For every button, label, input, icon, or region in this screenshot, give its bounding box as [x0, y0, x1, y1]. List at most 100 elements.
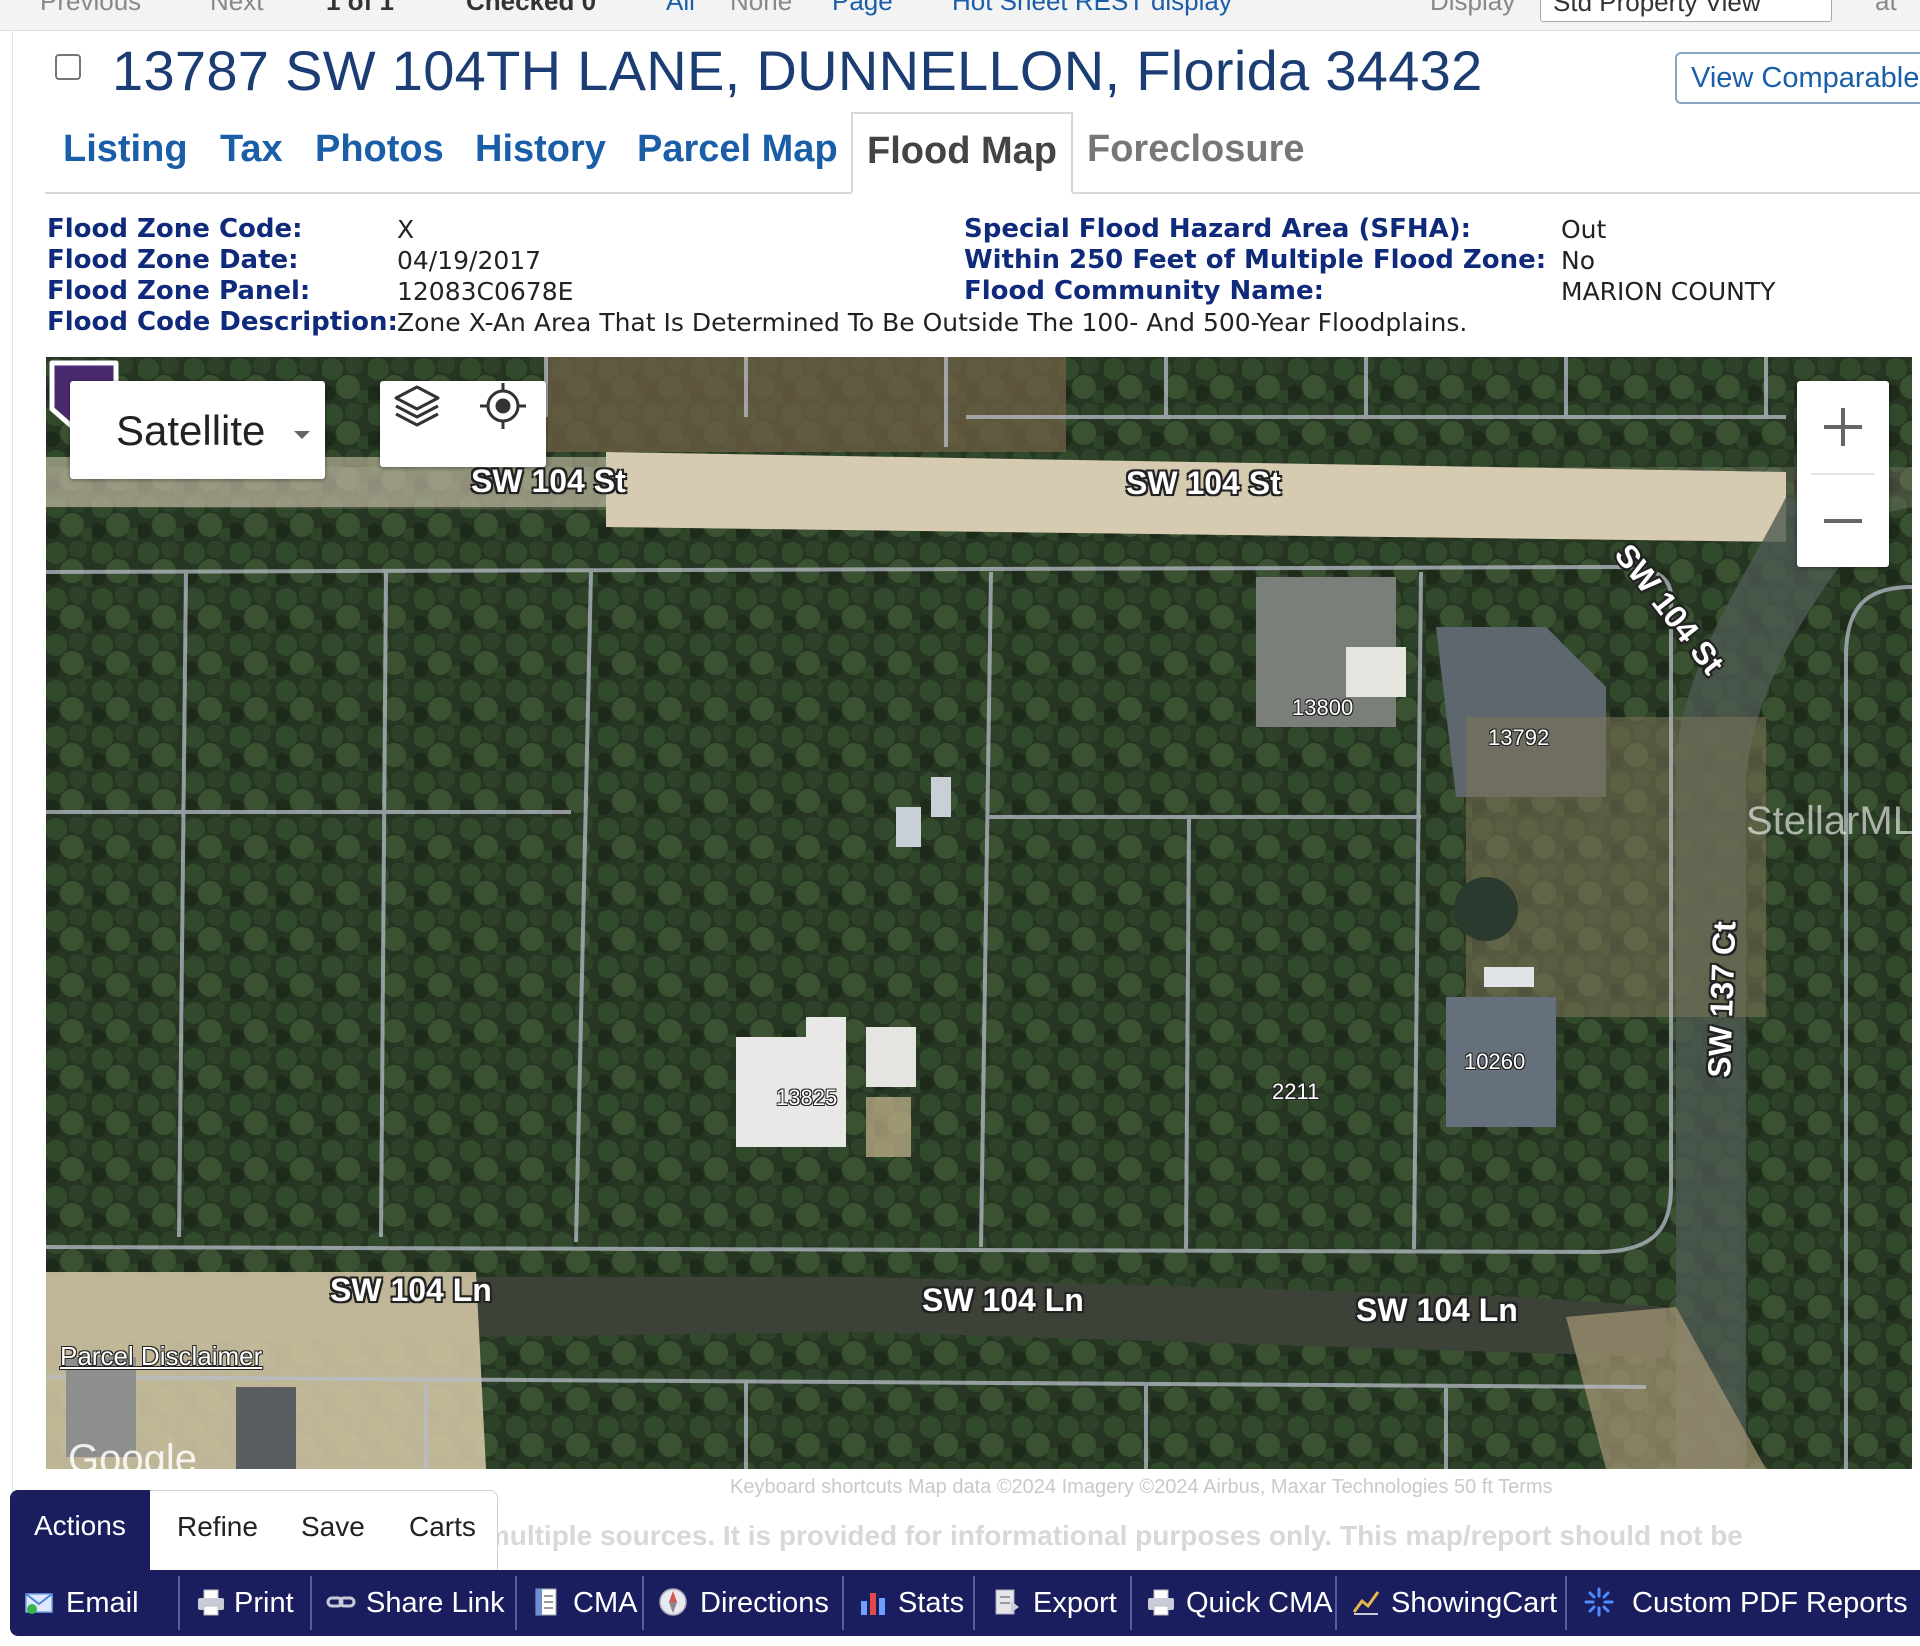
view-comparable-button[interactable]: View Comparable Properties — [1675, 52, 1920, 104]
top-navigation: Previous Next 1 of 1 Checked 0 All None … — [0, 0, 1920, 31]
email-label: Email — [66, 1587, 139, 1619]
tab-parcel-map[interactable]: Parcel Map — [637, 128, 838, 171]
tab-history[interactable]: History — [475, 128, 606, 171]
export-button[interactable]: Export — [985, 1570, 1133, 1636]
map-type-selector[interactable]: Satellite — [70, 381, 325, 479]
tab-tax[interactable]: Tax — [220, 128, 283, 171]
road-label-sw-104-st-east: SW 104 St — [1126, 465, 1281, 501]
action-separator — [310, 1576, 312, 1630]
export-label: Export — [1033, 1587, 1117, 1619]
tab-flood-map[interactable]: Flood Map — [851, 112, 1073, 194]
display-label: Display — [1430, 0, 1516, 16]
crosshair-icon[interactable] — [478, 381, 528, 431]
action-separator — [973, 1576, 975, 1630]
result-count: 1 of 1 — [326, 0, 394, 16]
export-icon — [995, 1589, 1019, 1615]
action-separator — [642, 1576, 644, 1630]
select-all-link[interactable]: All — [666, 0, 695, 17]
sfha-value: Out — [1561, 215, 1607, 244]
map-attribution: Keyboard shortcuts Map data ©2024 Imager… — [730, 1476, 1553, 1498]
action-separator — [1130, 1576, 1132, 1630]
flood-code-description-label: Flood Code Description: — [47, 307, 398, 337]
sfha-label: Special Flood Hazard Area (SFHA): — [964, 214, 1472, 244]
house-number-13792: 13792 — [1488, 725, 1550, 750]
next-link[interactable]: Next — [210, 0, 263, 17]
flood-community-label: Flood Community Name: — [964, 276, 1324, 306]
display-at-label: at — [1875, 0, 1897, 16]
select-none-link[interactable]: None — [730, 0, 792, 17]
tab-carts[interactable]: Carts — [409, 1511, 476, 1543]
flood-zone-date-value: 04/19/2017 — [397, 246, 542, 275]
road-label-sw-104-st-west: SW 104 St — [471, 463, 626, 499]
cma-label: CMA — [573, 1587, 638, 1619]
email-button[interactable]: Email — [16, 1570, 186, 1636]
chart-line-icon — [1352, 1591, 1380, 1615]
link-icon — [326, 1596, 356, 1608]
parcel-disclaimer-link[interactable]: Parcel Disclaimer — [60, 1341, 262, 1372]
select-page-link[interactable]: Page — [832, 0, 893, 17]
bar-chart-icon — [861, 1593, 885, 1615]
within-250-feet-label: Within 250 Feet of Multiple Flood Zone: — [964, 245, 1547, 275]
flood-code-description-value: Zone X-An Area That Is Determined To Be … — [397, 308, 1468, 337]
display-select-value: Std Property View — [1553, 0, 1761, 17]
zoom-in-button[interactable] — [1797, 381, 1889, 473]
tab-photos[interactable]: Photos — [315, 128, 444, 171]
tab-foreclosure[interactable]: Foreclosure — [1087, 128, 1305, 171]
hot-sheet-link[interactable]: Hot Sheet REST display — [952, 0, 1232, 17]
stellar-mls-watermark: StellarMLS — [1746, 799, 1912, 843]
house-number-13800: 13800 — [1292, 695, 1354, 720]
stats-label: Stats — [898, 1587, 965, 1619]
action-separator — [515, 1576, 517, 1630]
road-label-sw-104-ln-middle: SW 104 Ln — [922, 1282, 1084, 1318]
listing-address: 13787 SW 104TH LANE, DUNNELLON, Florida … — [112, 39, 1483, 102]
stats-button[interactable]: Stats — [852, 1570, 976, 1636]
display-select[interactable]: Std Property View — [1540, 0, 1832, 22]
action-separator — [842, 1576, 844, 1630]
house-number-10260: 10260 — [1464, 1049, 1526, 1074]
house-number-13825: 13825 — [776, 1085, 838, 1110]
action-tabs: Actions Refine Save Carts — [10, 1490, 498, 1574]
action-bar: Email Print Share Link CMA Directions St… — [10, 1570, 1920, 1636]
listing-select-checkbox[interactable] — [55, 54, 81, 80]
flood-zone-date-label: Flood Zone Date: — [47, 245, 299, 275]
print-label: Print — [234, 1587, 294, 1619]
showingcart-label: ShowingCart — [1391, 1587, 1558, 1619]
plus-icon-vertical — [1841, 408, 1845, 446]
tab-refine[interactable]: Refine — [177, 1511, 258, 1543]
tab-save[interactable]: Save — [301, 1511, 365, 1543]
document-icon — [535, 1588, 557, 1616]
custom-pdf-reports-button[interactable]: Custom PDF Reports — [1576, 1570, 1908, 1636]
directions-label: Directions — [700, 1587, 829, 1619]
action-separator — [178, 1576, 180, 1630]
flood-info-panel: Flood Zone Code: X Flood Zone Date: 04/1… — [47, 214, 1907, 344]
directions-button[interactable]: Directions — [652, 1570, 844, 1636]
share-link-button[interactable]: Share Link — [320, 1570, 518, 1636]
minus-icon — [1824, 519, 1862, 523]
listing-tabs: Listing Tax Photos History Parcel Map Fl… — [45, 112, 1920, 194]
action-separator — [1335, 1576, 1337, 1630]
map-tools — [380, 381, 546, 467]
chevron-down-icon — [294, 431, 310, 439]
showingcart-button[interactable]: ShowingCart — [1345, 1570, 1567, 1636]
flood-zone-code-value: X — [397, 215, 415, 244]
flood-map[interactable]: SW 104 St SW 104 St SW 104 St SW 137 Ct … — [46, 357, 1912, 1469]
tab-actions[interactable]: Actions — [10, 1490, 150, 1574]
quick-cma-label: Quick CMA — [1186, 1587, 1333, 1619]
zoom-out-button[interactable] — [1797, 475, 1889, 567]
flood-zone-panel-value: 12083C0678E — [397, 277, 574, 306]
tab-listing[interactable]: Listing — [63, 128, 188, 171]
cma-button[interactable]: CMA — [525, 1570, 645, 1636]
road-label-sw-104-ln-west: SW 104 Ln — [330, 1272, 492, 1308]
road-label-sw-137-ct: SW 137 Ct — [1701, 920, 1743, 1079]
layers-icon[interactable] — [392, 381, 442, 431]
custom-pdf-reports-label: Custom PDF Reports — [1632, 1587, 1908, 1619]
within-250-feet-value: No — [1561, 246, 1595, 275]
action-separator — [1565, 1576, 1567, 1630]
compass-icon — [659, 1588, 687, 1616]
printer-icon — [1148, 1589, 1174, 1616]
property-marker-label: 2211 — [1272, 1079, 1320, 1104]
quick-cma-button[interactable]: Quick CMA — [1140, 1570, 1338, 1636]
print-button[interactable]: Print — [188, 1570, 312, 1636]
flood-community-value: MARION COUNTY — [1561, 277, 1776, 306]
previous-link[interactable]: Previous — [40, 0, 141, 17]
